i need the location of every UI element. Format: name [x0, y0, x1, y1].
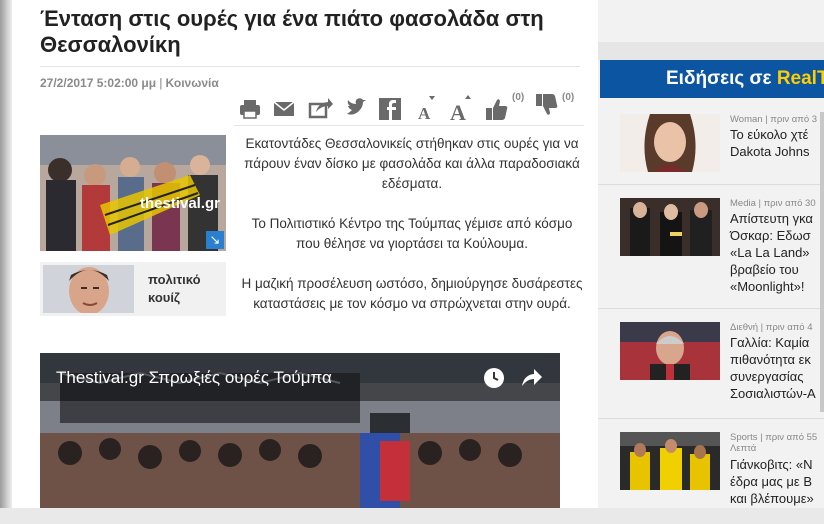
news-title[interactable]: Απίστευτη γκα Όσκαρ: Εδωσ «La La Land» βραβ… — [730, 210, 813, 295]
svg-text:A: A — [450, 100, 466, 124]
news-divider — [598, 308, 824, 309]
article-paragraph: Εκατοντάδες Θεσσαλονικείς στήθηκαν στις … — [244, 136, 580, 191]
header-highlight: RealT — [776, 68, 824, 89]
facebook-icon[interactable] — [378, 90, 402, 124]
article-thumbnail[interactable]: thestival.gr ↘ — [40, 135, 226, 251]
article-body: Εκατοντάδες Θεσσαλονικείς στήθηκαν στις … — [240, 134, 584, 334]
thumbs-up-icon[interactable]: (0) — [484, 90, 524, 124]
quiz-portrait — [43, 265, 134, 313]
email-icon[interactable] — [272, 90, 296, 124]
dislike-count: (0) — [562, 92, 575, 103]
expand-arrow-icon[interactable]: ↘ — [206, 231, 224, 249]
article-meta: 27/2/2017 5:02:00 μμ | Κοινωνία — [40, 76, 219, 90]
news-thumbnail — [620, 198, 720, 256]
meta-divider — [40, 66, 580, 67]
news-divider — [598, 184, 824, 185]
article-date: 27/2/2017 5:02:00 μμ — [40, 76, 157, 90]
thumbs-down-icon[interactable]: (0) — [534, 90, 574, 124]
sidebar-stripe — [598, 42, 824, 60]
sidebar-scrollbar[interactable] — [820, 112, 824, 412]
article-paragraph: Η μαζική προσέλευση ωστόσο, δημιούργησε … — [241, 276, 583, 311]
meta-separator: | — [159, 76, 163, 90]
share-icon[interactable] — [308, 90, 334, 124]
header-text: Ειδήσεις σε — [666, 68, 777, 89]
video-share-icon[interactable] — [518, 366, 544, 395]
news-thumbnail — [620, 432, 720, 490]
video-title[interactable]: Thestival.gr Σπρωξιές ουρές Τούμπα — [56, 368, 332, 388]
news-title[interactable]: Γαλλία: Καμία πιθανότητα εκ συνεργασίας Σοσ… — [730, 334, 816, 402]
article-toolbar: A A (0) (0) — [238, 90, 584, 124]
news-divider — [598, 418, 824, 419]
news-item[interactable]: Media | πριν από 30 Απίστευτη γκα Όσκαρ: … — [618, 198, 824, 294]
font-increase-icon[interactable]: A — [448, 90, 474, 124]
print-icon[interactable] — [238, 90, 262, 124]
svg-text:A: A — [418, 104, 431, 123]
twitter-icon[interactable] — [344, 90, 368, 124]
font-decrease-icon[interactable]: A — [414, 90, 438, 124]
news-thumbnail — [620, 114, 720, 172]
thumbnail-logo: thestival.gr — [139, 195, 220, 212]
news-meta: Woman | πριν από 3 — [730, 114, 818, 125]
news-meta: Διεθνή | πριν από 4 — [730, 322, 813, 333]
news-thumbnail — [620, 322, 720, 380]
article-column: Ένταση στις ουρές για ένα πιάτο φασολάδα… — [12, 0, 598, 508]
sidebar: Ειδήσεις σε RealT Woman | πριν από 3 Το … — [598, 0, 824, 508]
watch-later-icon[interactable] — [482, 366, 506, 395]
news-item[interactable]: Sports | πριν από 55 Λεπτά Γιάνκοβιτς: «Ν… — [618, 432, 824, 524]
article-category-link[interactable]: Κοινωνία — [165, 76, 218, 90]
realtime-news-header[interactable]: Ειδήσεις σε RealT — [600, 60, 824, 98]
quiz-label: πολιτικό κουίζ — [148, 272, 201, 305]
article-title: Ένταση στις ουρές για ένα πιάτο φασολάδα… — [40, 6, 544, 57]
article-paragraph: Το Πολιτιστικό Κέντρο της Τούμπας γέμισε… — [251, 216, 573, 251]
left-page-shadow — [0, 0, 12, 508]
video-player[interactable]: Thestival.gr Σπρωξιές ουρές Τούμπα — [40, 353, 560, 508]
news-item[interactable]: Woman | πριν από 3 Το εύκολο χτέ Dakota J… — [618, 114, 824, 206]
news-meta: Media | πριν από 30 — [730, 198, 816, 209]
news-item[interactable]: Διεθνή | πριν από 4 Γαλλία: Καμία πιθανότ… — [618, 322, 824, 414]
toolbar-divider — [234, 125, 584, 126]
news-title[interactable]: Γιάνκοβιτς: «Ν έδρα μας με Βκαι βλέπουμε» — [730, 456, 814, 507]
political-quiz-banner[interactable]: πολιτικό κουίζ — [40, 262, 226, 316]
news-meta: Sports | πριν από 55 Λεπτά — [730, 432, 818, 454]
news-title[interactable]: Το εύκολο χτέ Dakota Johns — [730, 126, 810, 160]
like-count: (0) — [512, 92, 525, 103]
